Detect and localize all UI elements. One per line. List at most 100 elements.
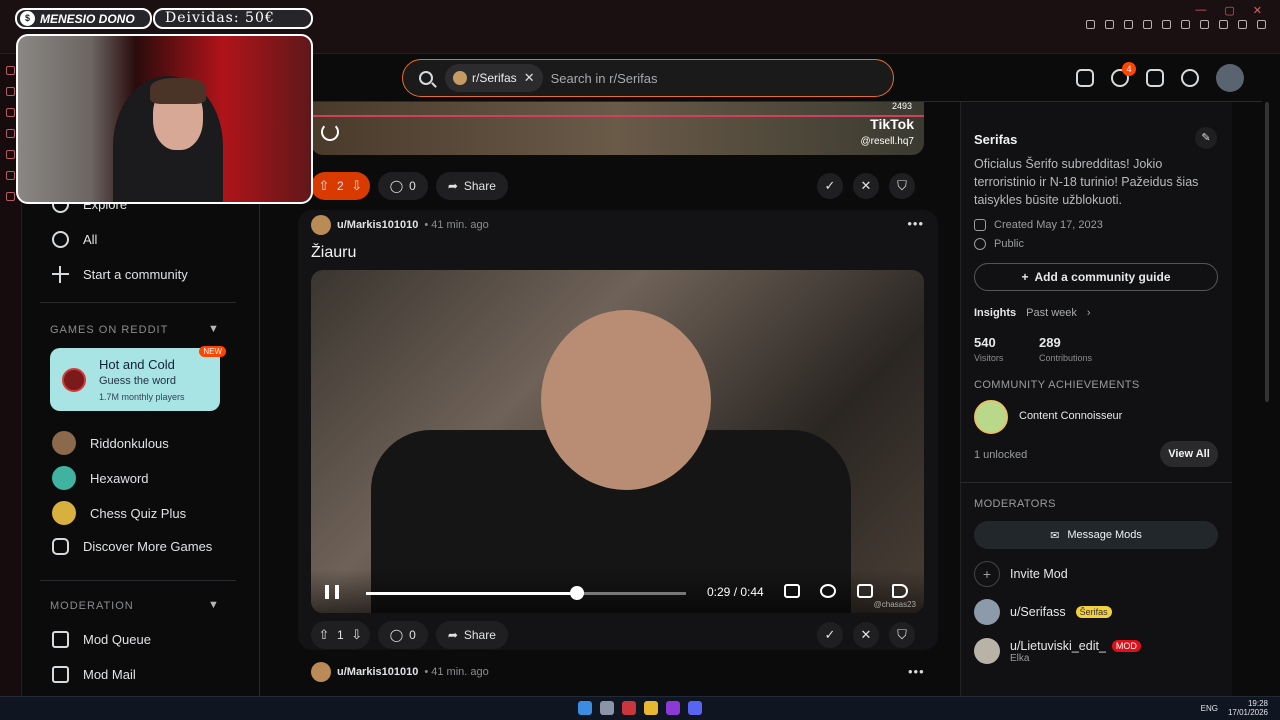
achievement-name[interactable]: Content Connoisseur [1019,410,1122,422]
search-bar[interactable]: r/Serifas ✕ Search in r/Serifas [402,59,894,97]
screen: — ▢ ✕ r/Serifas ✕ Search in r/Serifas 4 … [0,0,1280,720]
chevron-down-icon[interactable]: ▼ [208,323,219,335]
window-controls[interactable]: — ▢ ✕ [1195,4,1262,17]
extension-icon[interactable] [1257,20,1266,29]
author-avatar[interactable] [311,662,331,682]
comments-button[interactable]: ◯ 0 [377,621,428,649]
sidebar-item-discover-games[interactable]: Discover More Games [52,538,212,555]
invite-mod-button[interactable]: + Invite Mod [974,561,1068,587]
sidebar-item-riddonkulous[interactable]: Riddonkulous [52,431,169,455]
sidebar-item-start-community[interactable]: Start a community [52,266,188,283]
sidebar-item-mod-queue[interactable]: Mod Queue [52,631,151,648]
replay-icon[interactable] [321,123,339,141]
avatar[interactable] [974,599,1000,625]
extension-icon[interactable] [1200,20,1209,29]
downvote-icon[interactable]: ⇩ [350,627,364,643]
app-icon[interactable] [666,701,680,715]
close-icon[interactable]: ✕ [524,70,535,86]
file-explorer-icon[interactable] [644,701,658,715]
clock[interactable]: 19:28 17/01/2026 [1228,699,1268,717]
post-author[interactable]: u/Markis101010 [337,219,418,231]
discord-icon[interactable] [688,701,702,715]
fullscreen-icon[interactable] [857,584,873,598]
sidebar-app-icon[interactable] [6,66,15,75]
sidebar-app-icon[interactable] [6,108,15,117]
post-title[interactable]: Žiauru [311,244,356,262]
approve-button[interactable]: ✓ [817,173,843,199]
moderator-item[interactable]: u/Lietuviski_edit_ MOD Elka [974,638,1141,664]
overflow-menu-icon[interactable]: ••• [908,664,936,679]
advertise-icon[interactable] [1076,69,1094,87]
message-mods-button[interactable]: ✉ Message Mods [974,521,1218,549]
chat-icon[interactable]: 4 [1111,62,1136,87]
sidebar-app-icon[interactable] [6,129,15,138]
sidebar-app-icon[interactable] [6,171,15,180]
share-button[interactable]: ➦ Share [435,172,508,200]
previous-post-video[interactable]: 2493 TikTok @resell.hq7 [311,102,924,155]
task-view-icon[interactable] [600,701,614,715]
extension-icon[interactable] [1143,20,1152,29]
close-window-icon[interactable]: ✕ [1253,4,1262,17]
language-indicator[interactable]: ENG [1201,704,1218,713]
shield-icon[interactable]: ⛉ [889,622,915,648]
upvote-icon[interactable]: ⇧ [317,178,331,194]
achievements-section-label: COMMUNITY ACHIEVEMENTS [974,379,1140,391]
start-menu-icon[interactable] [578,701,592,715]
notification-bell-icon[interactable] [1181,69,1199,87]
extension-icon[interactable] [1219,20,1228,29]
video-scrubber[interactable] [366,586,686,600]
extension-icon[interactable] [1162,20,1171,29]
extension-icon[interactable] [1181,20,1190,29]
video-player[interactable]: 0:29 / 0:44 @chasas23 [311,270,924,613]
pause-icon[interactable] [325,585,339,599]
overflow-menu-icon[interactable]: ••• [907,216,924,231]
sidebar-item-hexaword[interactable]: Hexaword [52,466,149,490]
search-input[interactable]: Search in r/Serifas [551,71,658,86]
shield-icon[interactable]: ⛉ [889,173,915,199]
downvote-icon[interactable]: ⇩ [350,178,364,194]
minimize-icon[interactable]: — [1195,4,1206,17]
remove-button[interactable]: ✕ [853,173,879,199]
add-community-guide-button[interactable]: + Add a community guide [974,263,1218,291]
maximize-icon[interactable]: ▢ [1224,4,1234,17]
scrubber-handle[interactable] [570,586,585,600]
post-card[interactable]: u/Markis101010 • 41 min. ago ••• Žiauru … [298,210,938,650]
user-avatar[interactable] [1216,64,1244,92]
moderator-item[interactable]: u/Serifass Šerifas [974,599,1112,625]
moderator-name[interactable]: u/Serifass [1010,605,1066,619]
upvote-icon[interactable]: ⇧ [317,627,331,643]
extension-icon[interactable] [1238,20,1247,29]
sidebar-app-icon[interactable] [6,192,15,201]
page-scrollbar[interactable] [1262,102,1272,696]
create-post-icon[interactable] [1146,69,1164,87]
share-button[interactable]: ➦ Share [435,621,508,649]
sidebar-item-chess-quiz-plus[interactable]: Chess Quiz Plus [52,501,186,525]
edit-pencil-icon[interactable]: ✎ [1195,127,1217,149]
post-author[interactable]: u/Markis101010 [337,666,418,678]
extension-icon[interactable] [1105,20,1114,29]
insights-period[interactable]: Past week [1026,307,1077,319]
view-all-button[interactable]: View All [1160,441,1218,467]
featured-game-card[interactable]: Hot and Cold Guess the word 1.7M monthly… [50,346,226,411]
volume-icon[interactable] [892,584,908,598]
chevron-down-icon[interactable]: ▼ [208,599,219,611]
scrollbar-thumb[interactable] [1265,102,1269,402]
extension-icon[interactable] [1086,20,1095,29]
author-avatar[interactable] [311,215,331,235]
sidebar-item-all[interactable]: All [52,231,97,248]
approve-button[interactable]: ✓ [817,622,843,648]
search-scope-chip[interactable]: r/Serifas ✕ [445,64,543,92]
moderator-name[interactable]: u/Lietuviski_edit_ [1010,639,1106,653]
browser-app-icon[interactable] [622,701,636,715]
sidebar-app-icon[interactable] [6,87,15,96]
comments-button[interactable]: ◯ 0 [377,172,428,200]
extension-icon[interactable] [1124,20,1133,29]
achievement-badge-icon[interactable] [974,400,1008,434]
captions-icon[interactable] [784,584,800,598]
remove-button[interactable]: ✕ [853,622,879,648]
settings-gear-icon[interactable] [820,584,836,598]
insights-header[interactable]: Insights Past week › [974,307,1091,319]
sidebar-app-icon[interactable] [6,150,15,159]
sidebar-item-mod-mail[interactable]: Mod Mail [52,666,136,683]
avatar[interactable] [974,638,1000,664]
